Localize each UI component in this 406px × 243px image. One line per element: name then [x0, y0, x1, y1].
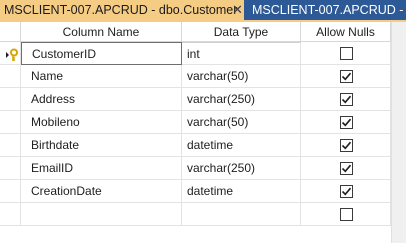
- table-row[interactable]: [0, 203, 391, 226]
- data-type-cell[interactable]: datetime: [182, 180, 301, 203]
- data-type-cell[interactable]: varchar(250): [182, 88, 301, 111]
- allow-nulls-cell: [301, 65, 391, 88]
- data-type-cell[interactable]: int: [182, 42, 301, 65]
- allow-nulls-checkbox[interactable]: [340, 47, 353, 60]
- checkmark-icon: [341, 118, 352, 127]
- row-selector[interactable]: [0, 134, 21, 157]
- table-row[interactable]: Birthdate datetime: [0, 134, 391, 157]
- allow-nulls-checkbox[interactable]: [340, 70, 353, 83]
- column-name-cell[interactable]: CustomerID: [21, 42, 182, 65]
- column-name-header[interactable]: Column Name: [21, 22, 182, 42]
- tab-title: MSCLIENT-007.APCRUD - dbo.: [252, 3, 406, 17]
- data-type-cell[interactable]: varchar(50): [182, 111, 301, 134]
- allow-nulls-cell: [301, 42, 391, 65]
- row-selector[interactable]: [0, 180, 21, 203]
- column-name-cell[interactable]: Address: [21, 88, 182, 111]
- data-type-cell[interactable]: [182, 203, 301, 226]
- table-row[interactable]: Address varchar(250): [0, 88, 391, 111]
- allow-nulls-checkbox[interactable]: [340, 185, 353, 198]
- table-row[interactable]: EmailID varchar(250): [0, 157, 391, 180]
- checkmark-icon: [341, 164, 352, 173]
- tab-dbo-customer[interactable]: MSCLIENT-007.APCRUD - dbo.Customer ✕: [0, 0, 244, 20]
- allow-nulls-checkbox[interactable]: [340, 116, 353, 129]
- data-type-cell[interactable]: varchar(250): [182, 157, 301, 180]
- allow-nulls-checkbox[interactable]: [340, 139, 353, 152]
- allow-nulls-cell: [301, 134, 391, 157]
- allow-nulls-cell: [301, 111, 391, 134]
- data-type-header[interactable]: Data Type: [182, 22, 301, 42]
- row-selector[interactable]: [0, 42, 21, 65]
- allow-nulls-checkbox[interactable]: [340, 93, 353, 106]
- row-selector[interactable]: [0, 203, 21, 226]
- allow-nulls-cell: [301, 88, 391, 111]
- row-selector-header: [0, 22, 21, 42]
- column-name-cell[interactable]: Birthdate: [21, 134, 182, 157]
- table-row[interactable]: Mobileno varchar(50): [0, 111, 391, 134]
- column-name-cell[interactable]: Mobileno: [21, 111, 182, 134]
- allow-nulls-cell: [301, 180, 391, 203]
- row-selector[interactable]: [0, 111, 21, 134]
- tab-title: MSCLIENT-007.APCRUD - dbo.Customer: [4, 3, 238, 17]
- column-name-cell[interactable]: CreationDate: [21, 180, 182, 203]
- row-selector[interactable]: [0, 157, 21, 180]
- checkmark-icon: [341, 72, 352, 81]
- data-type-cell[interactable]: varchar(50): [182, 65, 301, 88]
- row-selector[interactable]: [0, 65, 21, 88]
- allow-nulls-cell: [301, 203, 391, 226]
- checkmark-icon: [341, 95, 352, 104]
- checkmark-icon: [341, 141, 352, 150]
- key-icon: [5, 47, 19, 61]
- tab-inactive[interactable]: MSCLIENT-007.APCRUD - dbo.: [248, 0, 406, 20]
- allow-nulls-cell: [301, 157, 391, 180]
- table-row[interactable]: CreationDate datetime: [0, 180, 391, 203]
- vertical-scrollbar[interactable]: [391, 22, 406, 243]
- table-row[interactable]: Name varchar(50): [0, 65, 391, 88]
- close-icon[interactable]: ✕: [231, 0, 244, 20]
- table-designer-grid: Column Name Data Type Allow Nulls Custom…: [0, 22, 406, 243]
- column-name-cell[interactable]: EmailID: [21, 157, 182, 180]
- row-selector[interactable]: [0, 88, 21, 111]
- allow-nulls-header[interactable]: Allow Nulls: [301, 22, 391, 42]
- allow-nulls-checkbox[interactable]: [340, 208, 353, 221]
- column-name-cell[interactable]: [21, 203, 182, 226]
- allow-nulls-checkbox[interactable]: [340, 162, 353, 175]
- data-type-cell[interactable]: datetime: [182, 134, 301, 157]
- column-name-cell[interactable]: Name: [21, 65, 182, 88]
- checkmark-icon: [341, 187, 352, 196]
- tab-strip: MSCLIENT-007.APCRUD - dbo.Customer ✕ MSC…: [0, 0, 406, 20]
- table-row[interactable]: CustomerID int: [0, 42, 391, 65]
